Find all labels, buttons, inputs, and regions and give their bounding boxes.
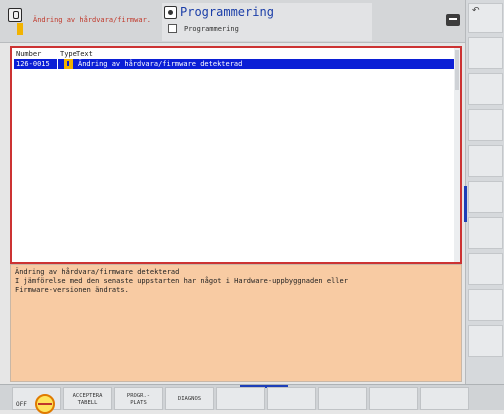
column-separator	[57, 59, 58, 69]
mode-subtitle: Programmering	[184, 25, 239, 33]
vertical-softkey-10[interactable]	[468, 325, 503, 357]
empty-softkey-6[interactable]	[267, 387, 316, 410]
vertical-softkey-5[interactable]	[468, 145, 503, 177]
vertical-softkey-2[interactable]	[468, 37, 503, 69]
detail-line-3: Firmware-versionen ändrats.	[15, 286, 129, 294]
accept-table-softkey[interactable]: ACCEPTERA TABELL	[63, 387, 112, 410]
empty-softkey-7[interactable]	[318, 387, 367, 410]
vertical-softkey-8[interactable]	[468, 253, 503, 285]
back-arrow-icon: ↶	[472, 6, 480, 16]
detail-line-2: I jämförelse med den senaste uppstarten …	[15, 277, 348, 285]
vertical-softkey-bar: ↶	[464, 0, 504, 384]
mode-title: Programmering	[180, 5, 274, 19]
vertical-softkey-3[interactable]	[468, 73, 503, 105]
error-number: 126-0015	[16, 60, 50, 68]
table-row[interactable]: 126-0015 Ändring av hårdvara/firmware de…	[14, 59, 454, 69]
program-file-icon	[168, 24, 177, 33]
empty-softkey-8[interactable]	[369, 387, 418, 410]
message-text: Ändring av hårdvara/firmwar.	[33, 16, 152, 24]
mode-display: Programmering Programmering	[162, 3, 372, 41]
program-location-softkey[interactable]: PROGR.- PLATS	[114, 387, 163, 410]
off-label: OFF	[16, 401, 27, 408]
vertical-softkey-9[interactable]	[468, 289, 503, 321]
column-header-type: Type	[60, 50, 77, 58]
off-icon	[35, 394, 55, 414]
error-text: Ändring av hårdvara/firmware detekterad	[78, 60, 243, 68]
error-detail-panel: Ändring av hårdvara/firmware detekterad …	[10, 264, 462, 382]
detail-line-1: Ändring av hårdvara/firmware detekterad	[15, 268, 180, 276]
column-header-text: Text	[76, 50, 93, 58]
scrollbar-thumb[interactable]	[455, 50, 459, 90]
off-softkey[interactable]: OFF	[12, 387, 61, 414]
screen-switch-icon[interactable]	[446, 14, 460, 26]
empty-softkey-5[interactable]	[216, 387, 265, 410]
warning-icon	[17, 23, 23, 35]
back-softkey[interactable]: ↶	[468, 3, 503, 33]
warning-type-icon	[64, 59, 73, 69]
vertical-scrollbar[interactable]	[454, 48, 460, 262]
message-icon	[8, 8, 22, 22]
diagnos-softkey[interactable]: DIAGNOS	[165, 387, 214, 410]
error-list: Number Type Text 126-0015 Ändring av hår…	[10, 46, 462, 264]
column-header-number: Number	[16, 50, 42, 58]
softkey-page-marker	[464, 186, 467, 222]
programming-mode-icon	[164, 6, 177, 19]
vertical-softkey-7[interactable]	[468, 217, 503, 249]
message-indicator[interactable]: Ändring av hårdvara/firmwar.	[5, 3, 165, 39]
horizontal-softkey-bar: OFF ACCEPTERA TABELL PROGR.- PLATS DIAGN…	[0, 384, 504, 414]
vertical-softkey-4[interactable]	[468, 109, 503, 141]
vertical-softkey-6[interactable]	[468, 181, 503, 213]
header-bar: Ändring av hårdvara/firmwar. Programmeri…	[0, 0, 465, 43]
empty-softkey-9[interactable]	[420, 387, 469, 410]
